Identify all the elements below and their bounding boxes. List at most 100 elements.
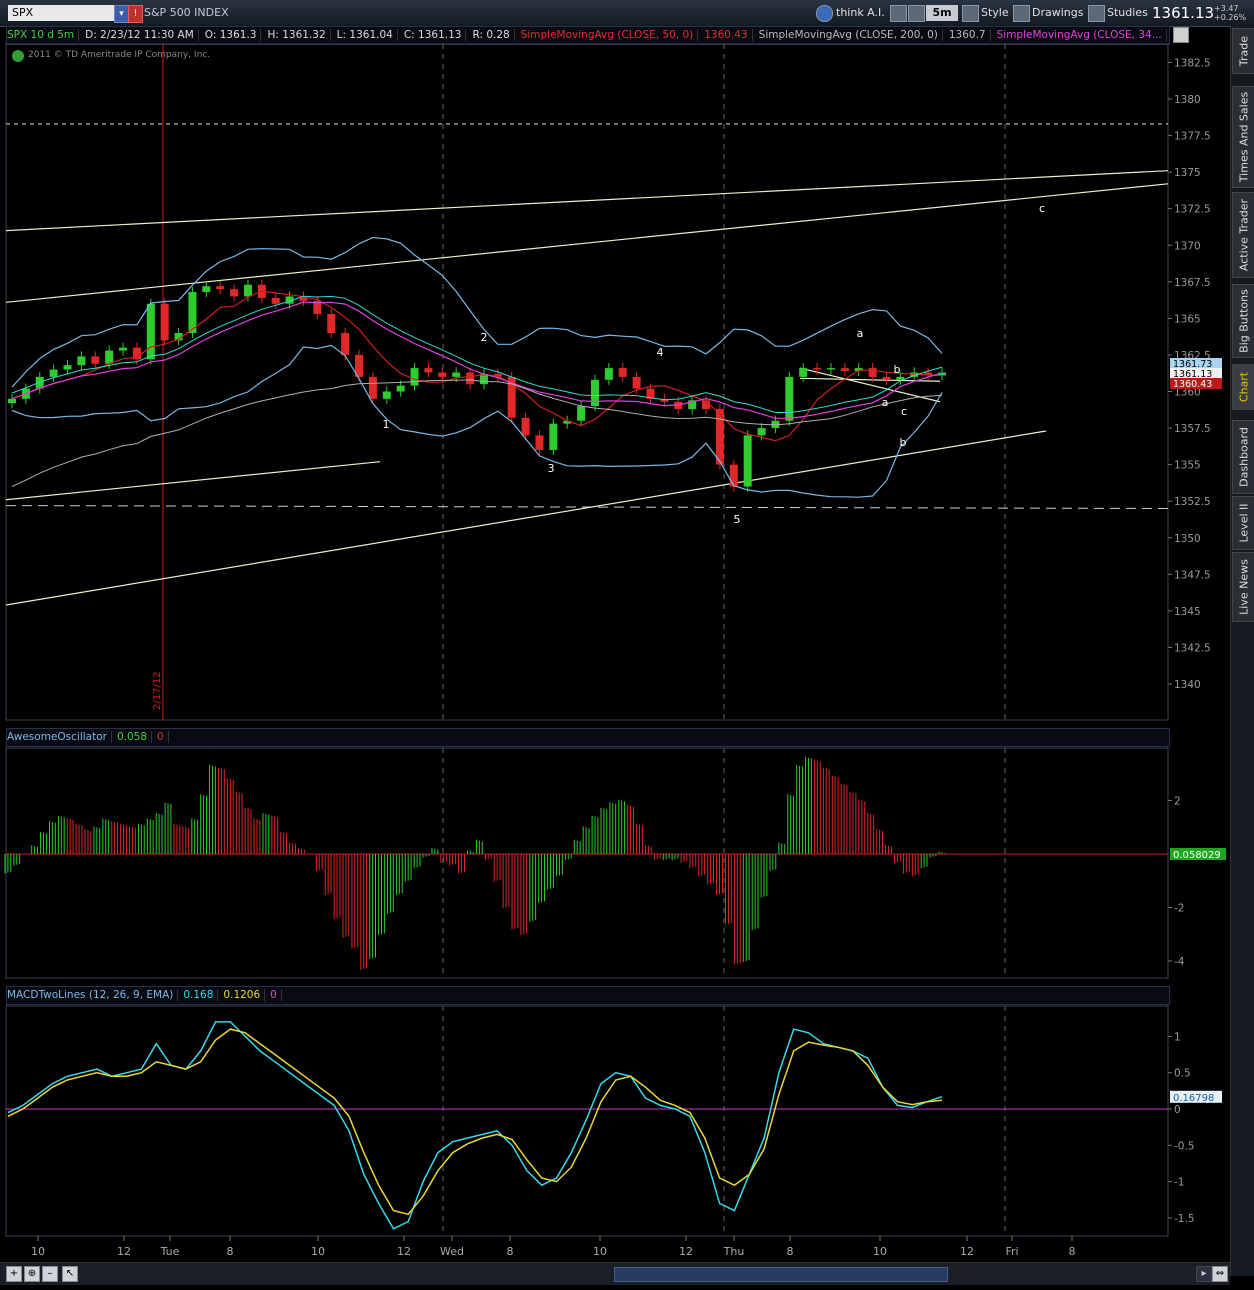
zoom-out-icon[interactable]: – [42, 1266, 58, 1282]
time-axis: 10 12 Tue 8 10 12 Wed 8 10 12 Thu 8 10 12 Fri 8 [31, 1236, 1076, 1258]
wave-label: 3 [548, 462, 555, 475]
tab-live-news[interactable]: Live News [1232, 552, 1254, 622]
chart-canvas[interactable]: 2/17/1212345abcabc 1382.513801377.513751… [0, 0, 1230, 1262]
lower-channel-line [5, 461, 381, 501]
candle-body [410, 368, 419, 386]
candle-body [590, 379, 599, 407]
time-axis-label: Wed [440, 1245, 464, 1258]
macd-panel: 1 0.5 0 -0.5 -1 -1.5 0.16798 [5, 1005, 1222, 1237]
price-axis-label: 1375 [1174, 167, 1201, 179]
macd-label[interactable]: MACDTwoLines (12, 26, 9, EMA) [7, 989, 179, 1001]
price-axis-label: 1342.5 [1174, 642, 1211, 654]
candles-group [8, 279, 946, 492]
time-axis-label: 10 [311, 1245, 325, 1258]
wave-label: c [1039, 202, 1045, 215]
candle-body [63, 365, 72, 370]
ao-label[interactable]: AwesomeOscillator [7, 731, 112, 743]
candle-body [618, 368, 627, 377]
tab-trade-label: Trade [1237, 35, 1251, 67]
time-axis-label: 12 [397, 1245, 411, 1258]
time-axis-label: 10 [593, 1245, 607, 1258]
price-axis-label: 1367.5 [1174, 277, 1211, 289]
time-axis-label: 10 [31, 1245, 45, 1258]
macd-panel-frame [5, 1005, 1169, 1237]
candle-body [813, 368, 822, 370]
time-axis-label: 12 [679, 1245, 693, 1258]
price-axis-label: 1357.5 [1174, 423, 1211, 435]
candle-body [327, 313, 336, 333]
macd-value-line [7, 1021, 943, 1230]
candle-body [382, 391, 391, 399]
price-axis-label: 1347.5 [1174, 569, 1211, 581]
tab-big-buttons[interactable]: Big Buttons [1232, 284, 1254, 358]
ao-zero: 0 [157, 731, 169, 743]
candle-body [632, 376, 641, 389]
horizontal-scrollbar[interactable] [614, 1267, 948, 1282]
candle-body [160, 303, 169, 341]
candle-body [271, 297, 280, 304]
time-axis-label: 12 [117, 1245, 131, 1258]
zoom-fit-icon[interactable]: ⊕ [24, 1266, 40, 1282]
wave-label: 1 [383, 418, 390, 431]
wave-label: 2 [481, 331, 488, 344]
tab-live-news-label: Live News [1237, 559, 1251, 615]
wave-label: a [882, 396, 889, 409]
time-axis-label: Fri [1005, 1245, 1018, 1258]
price-axis-label: 1352.5 [1174, 496, 1211, 508]
candle-body [438, 372, 447, 377]
price-grid: 2/17/1212345abcabc [5, 43, 1169, 1236]
macd-axis-label: -0.5 [1174, 1140, 1195, 1152]
candle-body [202, 286, 211, 293]
price-panel-frame [5, 43, 1169, 721]
expand-icon[interactable]: ⇔ [1212, 1266, 1228, 1282]
candle-body [230, 289, 239, 297]
tab-chart-label: Chart [1237, 371, 1251, 403]
candle-body [743, 435, 752, 487]
time-axis-label: 8 [507, 1245, 514, 1258]
time-axis-label: 10 [873, 1245, 887, 1258]
tab-level-ii[interactable]: Level II [1232, 496, 1254, 550]
macd-zero: 0 [270, 989, 282, 1001]
price-axis-label: 1372.5 [1174, 204, 1211, 216]
candle-body [452, 372, 461, 377]
wave-label: 5 [734, 513, 741, 526]
time-axis-label: Thu [723, 1245, 745, 1258]
candle-body [105, 350, 114, 364]
tab-trade[interactable]: Trade [1232, 28, 1254, 74]
ao-axis-label: -4 [1174, 956, 1185, 968]
candle-body [466, 372, 475, 385]
lower-trend-line [5, 430, 1047, 606]
macd-readout-text: 0.16798 [1173, 1093, 1214, 1104]
candle-body [424, 368, 433, 373]
ao-readout-text: 0.058029 [1173, 850, 1221, 861]
tab-chart[interactable]: Chart [1232, 364, 1254, 410]
candle-body [49, 369, 58, 377]
candle-body [119, 347, 128, 351]
candle-body [8, 398, 16, 404]
price-axis-label: 1350 [1174, 533, 1201, 545]
wave-label: a [857, 327, 864, 340]
time-axis-label: 12 [960, 1245, 974, 1258]
tab-dashboard[interactable]: Dashboard [1232, 420, 1254, 494]
time-axis-label: Tue [160, 1245, 180, 1258]
price-axis-label: 1345 [1174, 606, 1201, 618]
candle-body [396, 385, 405, 392]
tab-active-trader[interactable]: Active Trader [1232, 192, 1254, 278]
macd-axis-label: -1.5 [1174, 1213, 1195, 1225]
price-axis-label: 1377.5 [1174, 131, 1211, 143]
zoom-in-icon[interactable]: + [6, 1266, 22, 1282]
tab-times-and-sales[interactable]: Times And Sales [1232, 86, 1254, 188]
candle-body [368, 376, 377, 399]
scroll-right-icon[interactable]: ▸ [1196, 1266, 1212, 1282]
wave-label: 4 [657, 346, 664, 359]
candle-body [840, 368, 849, 372]
pointer-tool-icon[interactable]: ↖ [62, 1266, 78, 1282]
tab-times-and-sales-label: Times And Sales [1237, 91, 1251, 183]
macd-axis-label: 1 [1174, 1031, 1181, 1043]
macd-axis-label: 0 [1174, 1104, 1181, 1116]
candle-body [577, 406, 586, 421]
candle-body [868, 368, 877, 377]
candle-body [77, 356, 86, 366]
price-axis-label: 1382.5 [1174, 57, 1211, 69]
bottom-toolbar: + ⊕ – ↖ ▸ ⇔ [0, 1262, 1230, 1285]
